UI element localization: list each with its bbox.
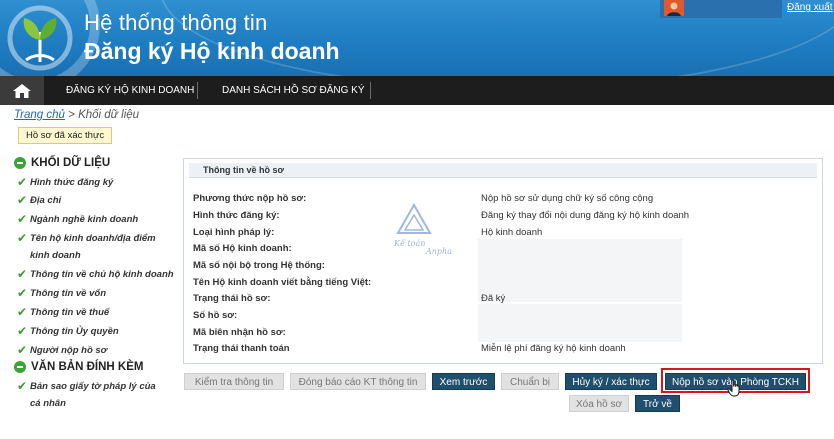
watermark-text-line1: Kế toán [393, 239, 425, 248]
field-value: Hộ kinh doanh [481, 227, 543, 238]
logout-link[interactable]: Đăng xuất [787, 2, 833, 13]
collapse-icon [14, 157, 26, 169]
sidebar-section-title: KHỐI DỮ LIỆU [31, 157, 111, 169]
hand-cursor-icon [727, 379, 740, 397]
sidebar-section-attachments[interactable]: VĂN BẢN ĐÍNH KÈM [14, 361, 143, 373]
sidebar-item-authorization[interactable]: ✔ Thông tin Ủy quyền [17, 323, 177, 340]
field-label: Mã số Hộ kinh doanh: [193, 243, 292, 254]
prepare-button[interactable]: Chuẩn bị [501, 373, 559, 390]
sidebar-item-business-name[interactable]: ✔ Tên hộ kinh doanh/địa điểm kinh doanh [17, 230, 177, 264]
nav-divider [370, 82, 371, 99]
sidebar-item-label: Hình thức đăng ký [30, 177, 114, 188]
collapse-icon [14, 361, 26, 373]
checkmark-icon: ✔ [17, 193, 28, 207]
anpha-watermark-logo: Kế toán Anpha [393, 203, 452, 256]
sidebar-item-label: Ngành nghề kinh doanh [30, 214, 139, 225]
panel-title: Thông tin về hồ sơ [189, 163, 817, 178]
sidebar-item-tax-info[interactable]: ✔ Thông tin về thuế [17, 304, 177, 321]
user-avatar-icon[interactable] [664, 0, 684, 16]
main-nav: ĐĂNG KÝ HỘ KINH DOANH DANH SÁCH HỒ SƠ ĐĂ… [0, 76, 834, 105]
field-value: Đăng ký thay đổi nội dung đăng ký hộ kin… [481, 210, 690, 221]
field-value: Đã ký [481, 293, 506, 304]
home-icon [13, 83, 31, 98]
sidebar-item-label: Người nộp hồ sơ [30, 345, 108, 356]
field-label: Tên Hộ kinh doanh viết bằng tiếng Việt: [193, 277, 372, 288]
breadcrumb-current: Khối dữ liệu [78, 109, 140, 121]
redacted-area [478, 304, 682, 342]
home-button[interactable] [0, 76, 44, 105]
sidebar-item-business-lines[interactable]: ✔ Ngành nghề kinh doanh [17, 211, 177, 228]
field-value: Nộp hồ sơ sử dụng chữ ký số công cộng [481, 193, 654, 204]
sidebar-section-title: VĂN BẢN ĐÍNH KÈM [31, 361, 144, 373]
checkmark-icon: ✔ [17, 212, 28, 226]
field-label: Trạng thái thanh toán [193, 343, 290, 354]
field-label: Hình thức đăng ký: [193, 210, 280, 221]
sidebar-item-submitter[interactable]: ✔ Người nộp hồ sơ [17, 342, 177, 359]
sidebar-item-label: Thông tin về thuế [30, 307, 110, 318]
delete-file-button[interactable]: Xóa hồ sơ [569, 395, 629, 412]
status-badge: Hồ sơ đã xác thực [18, 127, 113, 144]
site-title-line2: Đăng ký Hộ kinh doanh [84, 38, 340, 64]
field-label: Trạng thái hồ sơ: [193, 293, 271, 304]
check-info-button[interactable]: Kiểm tra thông tin [184, 373, 284, 390]
sidebar-item-label: Thông tin về vốn [30, 288, 106, 299]
field-label: Số hồ sơ: [193, 310, 238, 321]
field-label: Phương thức nộp hồ sơ: [193, 193, 307, 204]
checkmark-icon: ✔ [17, 175, 28, 189]
sprout-logo-icon [7, 5, 73, 71]
close-report-button[interactable]: Đóng báo cáo KT thông tin [290, 373, 426, 390]
sidebar-item-label: Địa chỉ [30, 195, 62, 206]
sidebar-section-data[interactable]: KHỐI DỮ LIỆU [14, 157, 110, 169]
sidebar-item-label: Thông tin Ủy quyền [30, 326, 119, 337]
field-value: Miễn lệ phí đăng ký hộ kinh doanh [481, 343, 626, 354]
field-label: Mã biên nhận hồ sơ: [193, 327, 286, 338]
field-label: Mã số nội bộ trong Hệ thống: [193, 260, 325, 271]
sidebar-item-label: Bản sao giấy tờ pháp lý của cá nhân [30, 381, 156, 409]
watermark-text-line2: Anpha [425, 247, 452, 256]
back-button[interactable]: Trở về [635, 395, 680, 412]
checkmark-icon: ✔ [17, 379, 28, 393]
checkmark-icon: ✔ [17, 324, 28, 338]
checkmark-icon: ✔ [17, 231, 28, 245]
checkmark-icon: ✔ [17, 267, 28, 281]
sidebar-item-registration-form[interactable]: ✔ Hình thức đăng ký [17, 174, 177, 191]
breadcrumb-home-link[interactable]: Trang chủ [14, 109, 65, 121]
nav-item-register[interactable]: ĐĂNG KÝ HỘ KINH DOANH [66, 76, 194, 105]
breadcrumb-separator: > [68, 109, 75, 121]
sidebar-item-address[interactable]: ✔ Địa chỉ [17, 192, 177, 209]
redacted-area [478, 239, 682, 302]
nav-divider [197, 82, 198, 99]
checkmark-icon: ✔ [17, 286, 28, 300]
preview-button[interactable]: Xem trước [432, 373, 495, 390]
checkmark-icon: ✔ [17, 343, 28, 357]
sidebar-item-capital-info[interactable]: ✔ Thông tin về vốn [17, 285, 177, 302]
sidebar-item-legal-docs[interactable]: ✔ Bản sao giấy tờ pháp lý của cá nhân [17, 378, 167, 412]
sidebar-item-label: Thông tin về chủ hộ kinh doanh [30, 269, 174, 280]
field-label: Loại hình pháp lý: [193, 227, 275, 238]
site-title-line1: Hệ thống thông tin [84, 10, 268, 35]
nav-item-list[interactable]: DANH SÁCH HỒ SƠ ĐĂNG KÝ [222, 76, 365, 105]
sidebar-item-label: Tên hộ kinh doanh/địa điểm kinh doanh [30, 233, 156, 261]
breadcrumb: Trang chủ > Khối dữ liệu [14, 109, 139, 121]
sidebar-item-owner-info[interactable]: ✔ Thông tin về chủ hộ kinh doanh [17, 266, 177, 283]
checkmark-icon: ✔ [17, 305, 28, 319]
cancel-sign-button[interactable]: Hủy ký / xác thực [565, 373, 657, 390]
